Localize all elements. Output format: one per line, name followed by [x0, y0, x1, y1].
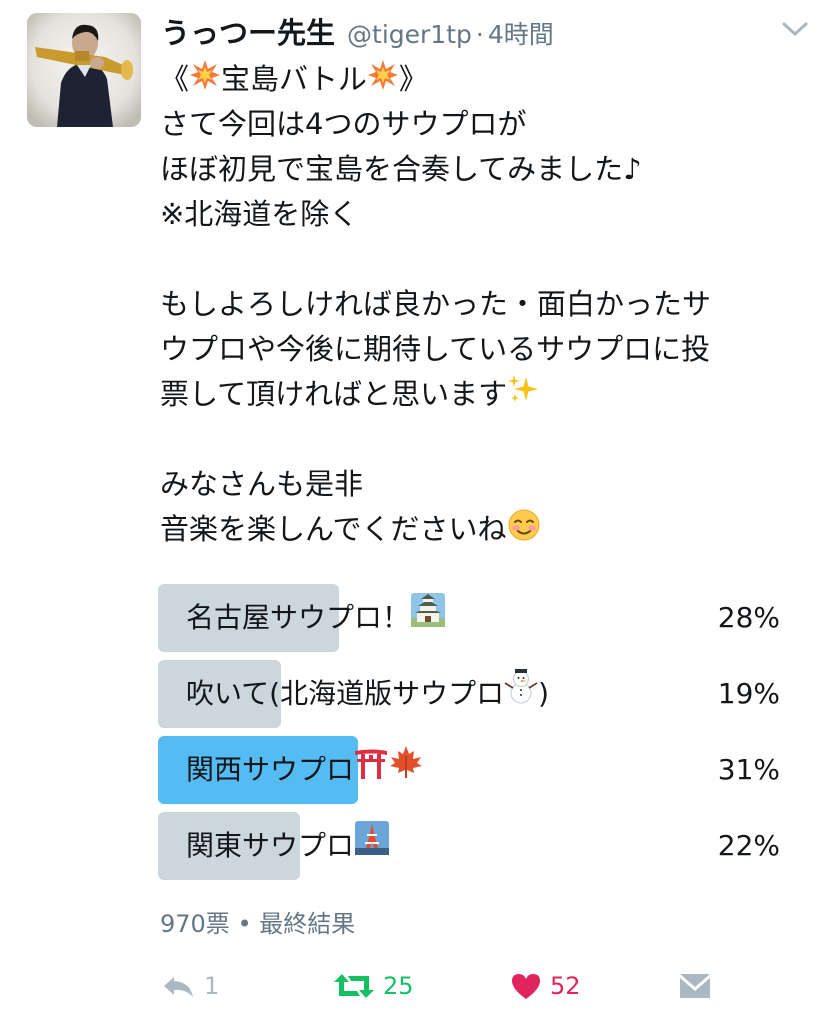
torii-emoji-icon — [354, 737, 388, 805]
snowman-emoji-icon — [504, 661, 538, 729]
poll-option[interactable]: 吹いて(北海道版サウプロ) 19% — [158, 660, 780, 728]
user-handle[interactable]: @tiger1tp — [347, 20, 472, 49]
tweet-actions: 1 25 52 — [160, 960, 720, 1012]
poll: 名古屋サウプロ！ 28% 吹いて(北海道版サウプロ) 19% 関西サウプロ 31… — [158, 584, 780, 888]
poll-option-label: 吹いて(北海道版サウプロ) — [186, 660, 549, 729]
poll-option-percent: 22% — [717, 829, 780, 862]
smiling-face-emoji-icon — [507, 508, 541, 555]
poll-summary: 970票 • 最終結果 — [160, 904, 355, 939]
separator: • — [237, 910, 252, 938]
like-count: 52 — [550, 972, 581, 1000]
collision-emoji-icon — [367, 59, 399, 104]
tweet-line: ほぼ初見で宝島を合奏してみました♪ — [160, 152, 642, 186]
tweet-line: もしよろしければ良かった・面白かったサ — [160, 287, 712, 321]
avatar[interactable] — [27, 13, 141, 127]
tweet-header: うっつー先生 @tiger1tp · 4時間 — [161, 10, 554, 50]
tweet-line: みなさんも是非 — [160, 467, 364, 501]
tweet-line: 《宝島バトル》 — [160, 57, 810, 102]
heart-icon — [512, 974, 540, 999]
tweet-line-text: 票して頂ければと思います — [160, 377, 508, 411]
chevron-down-icon[interactable] — [780, 18, 810, 40]
poll-option-label: 名古屋サウプロ！ — [186, 584, 446, 653]
direct-message-button[interactable] — [678, 960, 712, 1012]
collision-emoji-icon — [189, 59, 221, 104]
reply-count: 1 — [204, 972, 220, 1000]
separator: · — [475, 20, 484, 49]
tweet-line: ウプロや今後に期待しているサウプロに投 — [160, 332, 711, 366]
maple-leaf-emoji-icon — [388, 737, 424, 805]
reply-button[interactable]: 1 — [160, 960, 219, 1012]
poll-option-percent: 19% — [717, 677, 780, 710]
poll-option[interactable]: 名古屋サウプロ！ 28% — [158, 584, 780, 652]
retweet-icon — [334, 974, 374, 998]
open-bracket: 《 — [160, 62, 190, 96]
close-bracket: 》 — [398, 62, 428, 96]
poll-option-label: 関西サウプロ — [186, 736, 424, 805]
retweet-button[interactable]: 25 — [333, 960, 414, 1012]
tweet-line: ※北海道を除く — [160, 197, 359, 231]
poll-option[interactable]: 関東サウプロ 22% — [158, 812, 780, 880]
timestamp[interactable]: 4時間 — [488, 15, 554, 51]
envelope-icon — [680, 974, 710, 998]
poll-option[interactable]: 関西サウプロ 31% — [158, 736, 780, 804]
poll-status: 最終結果 — [259, 910, 356, 938]
tokyo-tower-emoji-icon — [354, 813, 390, 881]
poll-option-percent: 28% — [717, 601, 780, 634]
tweet-title: 宝島バトル — [221, 62, 367, 96]
tweet-line: さて今回は4つのサウプロが — [160, 107, 527, 141]
tweet-line: 票して頂ければと思います — [160, 372, 810, 417]
castle-emoji-icon — [410, 585, 446, 653]
reply-icon — [164, 977, 193, 997]
like-button[interactable]: 52 — [510, 960, 581, 1012]
retweet-count: 25 — [383, 972, 414, 1000]
display-name[interactable]: うっつー先生 — [161, 10, 335, 52]
tweet-line: 音楽を楽しんでくださいね — [160, 507, 810, 552]
sparkles-emoji-icon — [507, 374, 539, 419]
tweet-line-text: 音楽を楽しんでくださいね — [160, 512, 507, 546]
poll-vote-count: 970票 — [160, 910, 230, 938]
avatar-photo-trumpet-player — [27, 13, 141, 127]
poll-option-percent: 31% — [717, 753, 780, 786]
poll-option-label: 関東サウプロ — [186, 812, 390, 881]
tweet-text: 《宝島バトル》 さて今回は4つのサウプロが ほぼ初見で宝島を合奏してみました♪ … — [160, 57, 810, 552]
